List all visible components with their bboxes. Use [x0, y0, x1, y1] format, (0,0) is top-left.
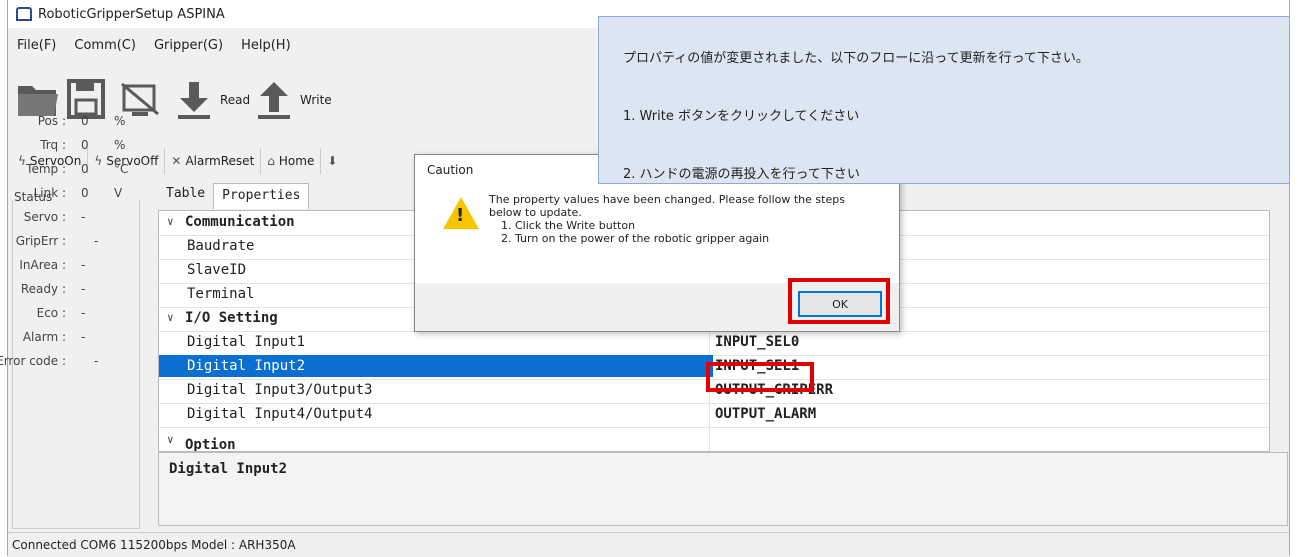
dialog-title: Caution — [427, 163, 474, 177]
property-name: Digital Input3/Output3 — [187, 382, 373, 398]
status-unit: V — [114, 186, 123, 200]
dialog-message-line: 1. Click the Write button — [501, 219, 636, 232]
more-button[interactable]: ⬇ — [321, 148, 347, 174]
alarm-off-icon: ✕ — [171, 154, 182, 168]
property-name: SlaveID — [187, 262, 247, 278]
menu-help[interactable]: Help(H) — [232, 38, 300, 60]
property-row-digital-input4[interactable]: Digital Input4/Output4 OUTPUT_ALARM — [159, 403, 1269, 428]
write-label: Write — [300, 93, 332, 107]
status-row: Ready : - — [8, 282, 138, 302]
alarm-reset-button[interactable]: ✕ AlarmReset — [165, 148, 262, 174]
ok-highlight-box — [788, 278, 890, 324]
status-label: Temp : — [26, 162, 66, 176]
status-label: Link : — [33, 186, 66, 200]
property-name: Digital Input1 — [187, 334, 306, 350]
status-value: - — [94, 234, 99, 248]
chevron-down-icon[interactable]: ∨ — [167, 433, 174, 446]
menu-file[interactable]: File(F) — [8, 38, 65, 60]
status-bar: Connected COM6 115200bps Model : ARH350A — [8, 532, 1289, 557]
status-row: Servo : - — [8, 210, 138, 230]
category-label: Option — [185, 437, 236, 452]
home-icon: ⌂ — [267, 154, 275, 168]
status-value: 0 — [81, 114, 89, 128]
alarm-reset-label: AlarmReset — [185, 154, 255, 168]
dialog-message-line: below to update. — [489, 206, 582, 219]
note-line: 2. ハンドの電源の再投入を行って下さい — [623, 167, 860, 182]
status-unit: °C — [114, 162, 129, 176]
status-label: Error code : — [0, 354, 66, 368]
menu-gripper[interactable]: Gripper(G) — [145, 38, 232, 60]
status-label: Alarm : — [22, 330, 66, 344]
status-value: - — [81, 282, 86, 296]
status-row: Pos : 0% — [8, 114, 138, 134]
upload-arrow-icon — [258, 82, 290, 119]
connection-status: Connected COM6 115200bps Model : ARH350A — [12, 538, 296, 552]
home-label: Home — [278, 154, 315, 168]
tab-properties[interactable]: Properties — [213, 183, 310, 209]
status-row: Eco : - — [8, 306, 138, 326]
dialog-message-line: The property values have been changed. P… — [489, 193, 845, 206]
status-value: 0 — [81, 162, 89, 176]
read-button[interactable]: Read — [176, 80, 250, 120]
write-button[interactable]: Write — [256, 80, 332, 120]
property-name: Terminal — [187, 286, 255, 302]
gripper-app-icon — [16, 7, 32, 21]
value-highlight-box — [706, 362, 814, 392]
status-label: GripErr : — [15, 234, 66, 248]
property-value[interactable]: OUTPUT_ALARM — [715, 406, 816, 422]
description-text: Digital Input2 — [169, 461, 288, 477]
download-icon: ⬇ — [327, 154, 338, 168]
status-unit: % — [114, 138, 126, 152]
category-label: Communication — [185, 214, 295, 230]
home-button[interactable]: ⌂ Home — [261, 148, 322, 174]
status-row: InArea : - — [8, 258, 138, 278]
status-label: Ready : — [20, 282, 66, 296]
status-value: 0 — [81, 138, 89, 152]
status-value: - — [81, 330, 86, 344]
status-value: - — [81, 306, 86, 320]
status-row: Error code : - — [0, 354, 138, 374]
status-label: Trq : — [40, 138, 66, 152]
menu-bar: File(F) Comm(C) Gripper(G) Help(H) — [8, 38, 300, 60]
download-arrow-icon — [178, 82, 210, 119]
chevron-down-icon[interactable]: ∨ — [167, 215, 174, 228]
status-value: - — [94, 354, 99, 368]
status-label: Pos : — [37, 114, 66, 128]
category-label: I/O Setting — [185, 310, 278, 326]
property-row-digital-input1[interactable]: Digital Input1 INPUT_SEL0 — [159, 331, 1269, 356]
property-name: Digital Input4/Output4 — [187, 406, 373, 422]
status-row: Trq : 0% — [8, 138, 138, 158]
status-value: 0 — [81, 186, 89, 200]
status-panel: Status Pos :0% Trq :0% Temp :0 °C Link :0 V Se… — [0, 114, 150, 531]
status-row: Temp : 0 °C — [8, 162, 138, 182]
status-unit: % — [114, 114, 126, 128]
read-label: Read — [220, 93, 251, 107]
window-title: RoboticGripperSetup ASPINA — [38, 6, 225, 22]
note-line: プロパティの値が変更されました、以下のフローに沿って更新を行って下さい。 — [623, 51, 1089, 66]
dialog-message-line: 2. Turn on the power of the robotic grip… — [501, 232, 770, 245]
status-label: InArea : — [19, 258, 66, 272]
status-row: Alarm : - — [8, 330, 138, 350]
property-name: Baudrate — [187, 238, 255, 254]
view-tabs: Table Properties — [158, 182, 310, 209]
status-row: GripErr : - — [8, 234, 138, 254]
property-value[interactable]: INPUT_SEL0 — [715, 334, 799, 350]
status-label: Servo : — [23, 210, 66, 224]
description-panel: Digital Input2 — [158, 452, 1288, 526]
vertical-scrollbar[interactable]: ∧ ∨ — [1269, 211, 1270, 449]
status-row: Link : 0 V — [8, 186, 138, 206]
status-label: Eco : — [36, 306, 66, 320]
status-value: - — [81, 258, 86, 272]
chevron-down-icon[interactable]: ∨ — [167, 311, 174, 324]
note-line: 1. Write ボタンをクリックしてください — [623, 109, 860, 124]
status-value: - — [81, 210, 86, 224]
dialog-message: The property values have been changed. P… — [489, 193, 869, 245]
property-name: Digital Input2 — [159, 355, 713, 377]
menu-comm[interactable]: Comm(C) — [65, 38, 145, 60]
warning-exclamation: ! — [456, 205, 465, 226]
tab-table[interactable]: Table — [158, 182, 213, 208]
category-option[interactable]: ∨ Option — [159, 427, 1269, 451]
japanese-instruction-note: プロパティの値が変更されました、以下のフローに沿って更新を行って下さい。 1. … — [598, 16, 1290, 184]
